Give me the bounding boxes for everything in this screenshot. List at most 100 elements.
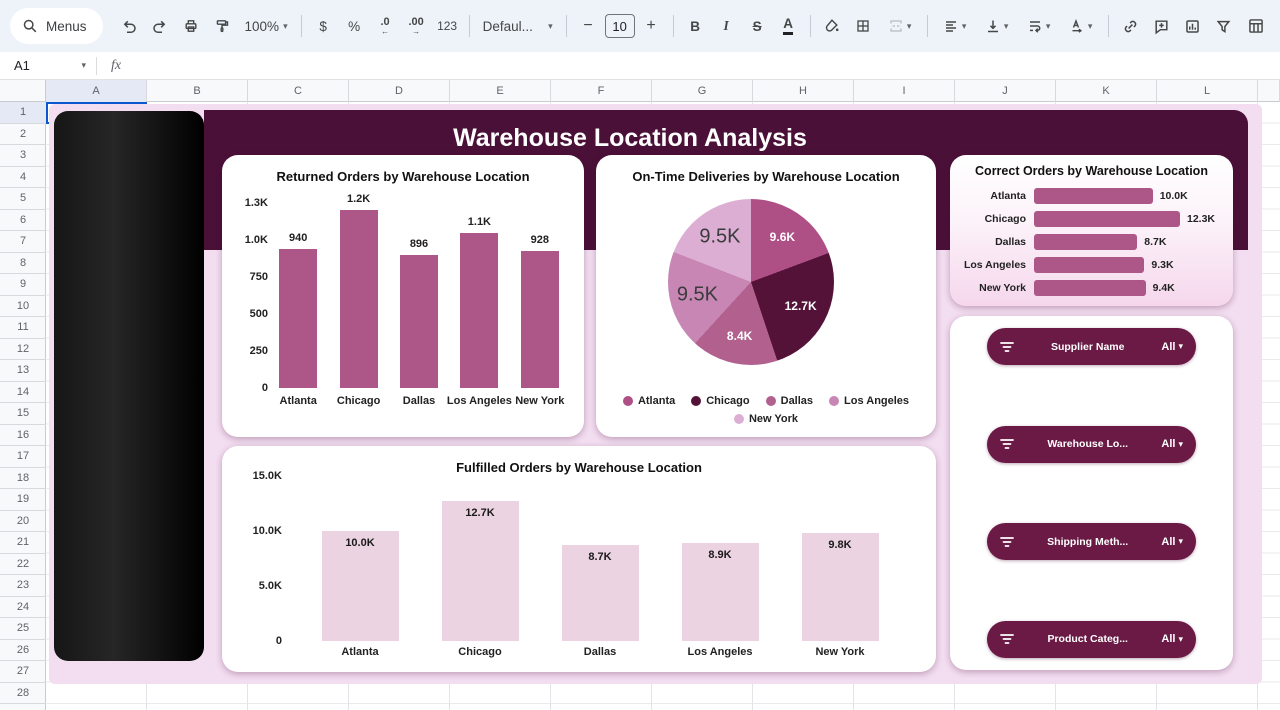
- select-all-corner[interactable]: [0, 80, 46, 102]
- filter-shipping-method[interactable]: Shipping Meth... All ▾: [987, 523, 1196, 560]
- row-header-10[interactable]: 10: [0, 296, 46, 318]
- row-header-3[interactable]: 3: [0, 145, 46, 167]
- borders-button[interactable]: [849, 12, 878, 40]
- column-header-F[interactable]: F: [551, 80, 652, 102]
- column-header-E[interactable]: E: [450, 80, 551, 102]
- row-header-25[interactable]: 25: [0, 618, 46, 640]
- y-tick-label: 15.0K: [238, 470, 282, 482]
- increase-decimal-button[interactable]: .00 →: [402, 12, 431, 40]
- row-header-5[interactable]: 5: [0, 188, 46, 210]
- row-header-19[interactable]: 19: [0, 489, 46, 511]
- chevron-down-icon: ▾: [907, 21, 912, 32]
- row-header-22[interactable]: 22: [0, 554, 46, 576]
- chart-on-time-deliveries[interactable]: On-Time Deliveries by Warehouse Location…: [596, 155, 936, 437]
- chart-returned-orders[interactable]: Returned Orders by Warehouse Location 02…: [222, 155, 584, 437]
- row-header-12[interactable]: 12: [0, 339, 46, 361]
- bar-value-label: 12.3K: [1180, 213, 1215, 225]
- filter-icon: [1000, 341, 1014, 353]
- row-header-15[interactable]: 15: [0, 403, 46, 425]
- row-header-8[interactable]: 8: [0, 253, 46, 275]
- strikethrough-button[interactable]: S: [743, 12, 772, 40]
- insert-chart-button[interactable]: [1178, 12, 1207, 40]
- row-header-27[interactable]: 27: [0, 661, 46, 683]
- filter-warehouse-location[interactable]: Warehouse Lo... All ▾: [987, 426, 1196, 463]
- chart-fulfilled-orders[interactable]: Fulfilled Orders by Warehouse Location 0…: [222, 446, 936, 672]
- row-header-7[interactable]: 7: [0, 231, 46, 253]
- chevron-down-icon: ▾: [1088, 21, 1093, 32]
- font-size-input[interactable]: 10: [605, 14, 635, 38]
- row-header-16[interactable]: 16: [0, 425, 46, 447]
- bold-button[interactable]: B: [681, 12, 710, 40]
- menus-button[interactable]: Menus: [10, 8, 103, 44]
- row-header-26[interactable]: 26: [0, 640, 46, 662]
- paint-format-button[interactable]: [208, 12, 237, 40]
- row-header-11[interactable]: 11: [0, 317, 46, 339]
- format-currency-button[interactable]: $: [309, 12, 338, 40]
- column-header-H[interactable]: H: [753, 80, 854, 102]
- bar-value-label: 10.0K: [322, 537, 399, 549]
- column-header-L[interactable]: L: [1157, 80, 1258, 102]
- insert-link-button[interactable]: [1116, 12, 1145, 40]
- legend-dot: [829, 396, 839, 406]
- vertical-align-bottom-icon: [985, 18, 1001, 34]
- decrease-font-size-button[interactable]: −: [574, 12, 603, 40]
- row-header-13[interactable]: 13: [0, 360, 46, 382]
- row-header-14[interactable]: 14: [0, 382, 46, 404]
- chart-correct-orders[interactable]: Correct Orders by Warehouse Location Atl…: [950, 155, 1233, 306]
- functions-button[interactable]: [1242, 12, 1271, 40]
- legend-item-Dallas: Dallas: [766, 395, 813, 407]
- column-header-G[interactable]: G: [652, 80, 753, 102]
- merge-cells-icon: [888, 18, 904, 34]
- column-header-C[interactable]: C: [248, 80, 349, 102]
- format-percent-button[interactable]: %: [340, 12, 369, 40]
- row-header-1[interactable]: 1: [0, 102, 46, 124]
- fill-color-button[interactable]: [818, 12, 847, 40]
- filter-product-category[interactable]: Product Categ... All ▾: [987, 621, 1196, 658]
- column-header-K[interactable]: K: [1056, 80, 1157, 102]
- bar-value-label: 9.8K: [802, 539, 879, 551]
- link-icon: [1122, 18, 1139, 35]
- italic-button[interactable]: I: [712, 12, 741, 40]
- decrease-decimal-button[interactable]: .0 ←: [371, 12, 400, 40]
- column-header-D[interactable]: D: [349, 80, 450, 102]
- row-header-23[interactable]: 23: [0, 575, 46, 597]
- chevron-down-icon: ▾: [548, 21, 553, 32]
- row-header-18[interactable]: 18: [0, 468, 46, 490]
- insert-comment-button[interactable]: [1147, 12, 1176, 40]
- row-header-2[interactable]: 2: [0, 124, 46, 146]
- name-box[interactable]: A1 ▾: [0, 52, 96, 79]
- more-formats-button[interactable]: 123: [433, 12, 462, 40]
- column-header-B[interactable]: B: [147, 80, 248, 102]
- merge-cells-button[interactable]: ▾: [880, 12, 920, 40]
- text-color-button[interactable]: A: [774, 12, 803, 40]
- row-header-20[interactable]: 20: [0, 511, 46, 533]
- column-header-J[interactable]: J: [955, 80, 1056, 102]
- column-header-I[interactable]: I: [854, 80, 955, 102]
- redo-button[interactable]: [146, 12, 175, 40]
- divider: [1108, 15, 1109, 37]
- row-header-28[interactable]: 28: [0, 683, 46, 705]
- vertical-align-button[interactable]: ▾: [977, 12, 1017, 40]
- divider: [469, 15, 470, 37]
- row-header-21[interactable]: 21: [0, 532, 46, 554]
- print-button[interactable]: [177, 12, 206, 40]
- create-filter-button[interactable]: [1209, 12, 1238, 40]
- zoom-select[interactable]: 100% ▾: [239, 12, 294, 40]
- filter-supplier-name[interactable]: Supplier Name All ▾: [987, 328, 1196, 365]
- row-header-17[interactable]: 17: [0, 446, 46, 468]
- font-name-select[interactable]: Defaul... ▾: [477, 12, 559, 40]
- row-header-9[interactable]: 9: [0, 274, 46, 296]
- row-header-6[interactable]: 6: [0, 210, 46, 232]
- text-rotation-button[interactable]: ▾: [1061, 12, 1101, 40]
- y-tick-label: 750: [224, 271, 268, 283]
- row-header-24[interactable]: 24: [0, 597, 46, 619]
- x-axis-label: Chicago: [432, 646, 528, 658]
- column-header-A[interactable]: A: [46, 80, 147, 102]
- undo-button[interactable]: [115, 12, 144, 40]
- column-headers: ABCDEFGHIJKL: [46, 80, 1280, 102]
- arrow-left-icon: ←: [381, 28, 389, 36]
- horizontal-align-button[interactable]: ▾: [935, 12, 975, 40]
- text-wrap-button[interactable]: ▾: [1019, 12, 1059, 40]
- row-header-4[interactable]: 4: [0, 167, 46, 189]
- increase-font-size-button[interactable]: +: [637, 12, 666, 40]
